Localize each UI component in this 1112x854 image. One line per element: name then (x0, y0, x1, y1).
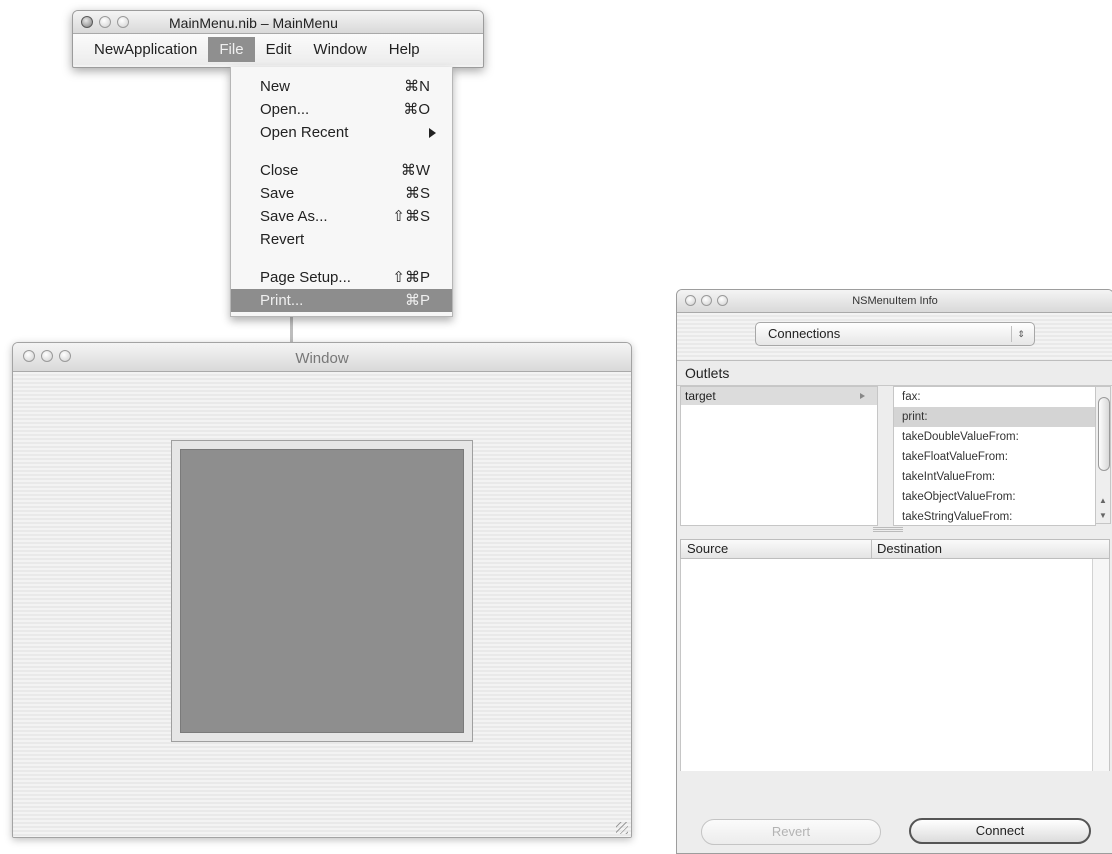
menu-item-print[interactable]: Print... ⌘P (231, 289, 452, 312)
menu-item-label: Close (260, 162, 299, 179)
column-source[interactable]: Source (687, 540, 728, 558)
scrollbar-thumb[interactable] (1098, 397, 1110, 471)
actions-list: fax: print: takeDoubleValueFrom: takeFlo… (893, 386, 1096, 526)
minimize-button[interactable] (99, 16, 111, 28)
connections-table-header: Source Destination (680, 539, 1110, 559)
scroll-up-icon[interactable]: ▲ (1096, 496, 1110, 505)
menubar: NewApplication File Edit Window Help (73, 34, 483, 65)
menu-item-shortcut: ⌘O (403, 101, 430, 118)
inspector-mode-popup[interactable]: Connections ⇕ (755, 322, 1035, 346)
outlets-list: target (680, 386, 878, 526)
menu-edit[interactable]: Edit (255, 37, 303, 62)
column-destination[interactable]: Destination (877, 540, 942, 558)
menu-item-shortcut: ⇧⌘S (392, 208, 430, 225)
mainmenu-nib-window: MainMenu.nib – MainMenu NewApplication F… (72, 10, 484, 68)
column-divider (871, 540, 872, 558)
menu-item-label: Revert (260, 231, 305, 248)
menu-item-label: New (260, 78, 291, 95)
action-row[interactable]: takeFloatValueFrom: (894, 447, 1095, 467)
menu-item-save[interactable]: Save ⌘S (231, 182, 452, 205)
inspector-titlebar: NSMenuItem Info (677, 290, 1112, 313)
menu-item-shortcut: ⌘N (404, 78, 430, 95)
menu-item-shortcut: ⌘P (404, 292, 430, 309)
menu-item-label: Open Recent (260, 124, 349, 141)
menu-item-label: Open... (260, 101, 310, 118)
menu-item-revert[interactable]: Revert (231, 228, 452, 251)
nib-titlebar: MainMenu.nib – MainMenu (73, 11, 483, 34)
outlets-header: Outlets (677, 360, 1112, 386)
action-row[interactable]: fax: (894, 387, 1095, 407)
menu-item-open-recent[interactable]: Open Recent (231, 121, 452, 144)
disclosure-arrow-icon (860, 393, 865, 399)
window: Window (12, 342, 632, 838)
action-row[interactable]: print: (894, 407, 1095, 427)
menu-item-save-as[interactable]: Save As... ⇧⌘S (231, 205, 452, 228)
custom-view[interactable] (171, 440, 473, 742)
popup-arrows-icon: ⇕ (1011, 326, 1030, 342)
inspector-panel: NSMenuItem Info Connections ⇕ Outlets ta… (676, 289, 1112, 854)
outlet-label: target (685, 389, 716, 403)
menu-item-shortcut: ⌘W (400, 162, 430, 179)
menu-item-page-setup[interactable]: Page Setup... ⇧⌘P (231, 266, 452, 289)
nib-window-title: MainMenu.nib – MainMenu (169, 15, 338, 31)
menu-newapplication[interactable]: NewApplication (83, 37, 208, 62)
menu-item-label: Print... (260, 292, 304, 309)
window-title: Window (295, 350, 349, 367)
menu-item-shortcut: ⇧⌘P (392, 269, 430, 286)
custom-view-fill (180, 449, 464, 733)
action-row[interactable]: takeDoubleValueFrom: (894, 427, 1095, 447)
menu-file[interactable]: File (208, 37, 255, 62)
scroll-down-icon[interactable]: ▼ (1096, 511, 1110, 520)
close-button[interactable] (81, 16, 93, 28)
revert-button[interactable]: Revert (701, 819, 881, 845)
action-row[interactable]: takeIntValueFrom: (894, 467, 1095, 487)
menu-item-new[interactable]: New ⌘N (231, 75, 452, 98)
split-view-handle[interactable] (873, 527, 903, 532)
outlet-row-target[interactable]: target (681, 387, 877, 405)
menu-item-label: Save (260, 185, 295, 202)
connect-button[interactable]: Connect (909, 818, 1091, 844)
window-titlebar: Window (13, 343, 631, 372)
resize-grip-icon[interactable] (616, 822, 628, 834)
submenu-arrow-icon (429, 128, 436, 138)
inspector-title: NSMenuItem Info (852, 295, 938, 307)
menu-item-label: Save As... (260, 208, 328, 225)
action-row[interactable]: takeStringValueFrom: (894, 507, 1095, 525)
popup-value: Connections (768, 326, 841, 341)
action-row[interactable]: takeObjectValueFrom: (894, 487, 1095, 507)
file-menu-dropdown: New ⌘N Open... ⌘O Open Recent Close ⌘W S… (230, 67, 453, 317)
menu-window[interactable]: Window (302, 37, 377, 62)
actions-scrollbar[interactable]: ▲ ▼ (1095, 386, 1111, 524)
menu-item-open[interactable]: Open... ⌘O (231, 98, 452, 121)
connections-table[interactable] (680, 559, 1110, 771)
table-scrollbar[interactable] (1092, 559, 1109, 771)
menu-item-label: Page Setup... (260, 269, 351, 286)
menu-item-close[interactable]: Close ⌘W (231, 159, 452, 182)
zoom-button[interactable] (117, 16, 129, 28)
window-content (13, 372, 631, 837)
menu-item-shortcut: ⌘S (404, 185, 430, 202)
menu-help[interactable]: Help (378, 37, 431, 62)
